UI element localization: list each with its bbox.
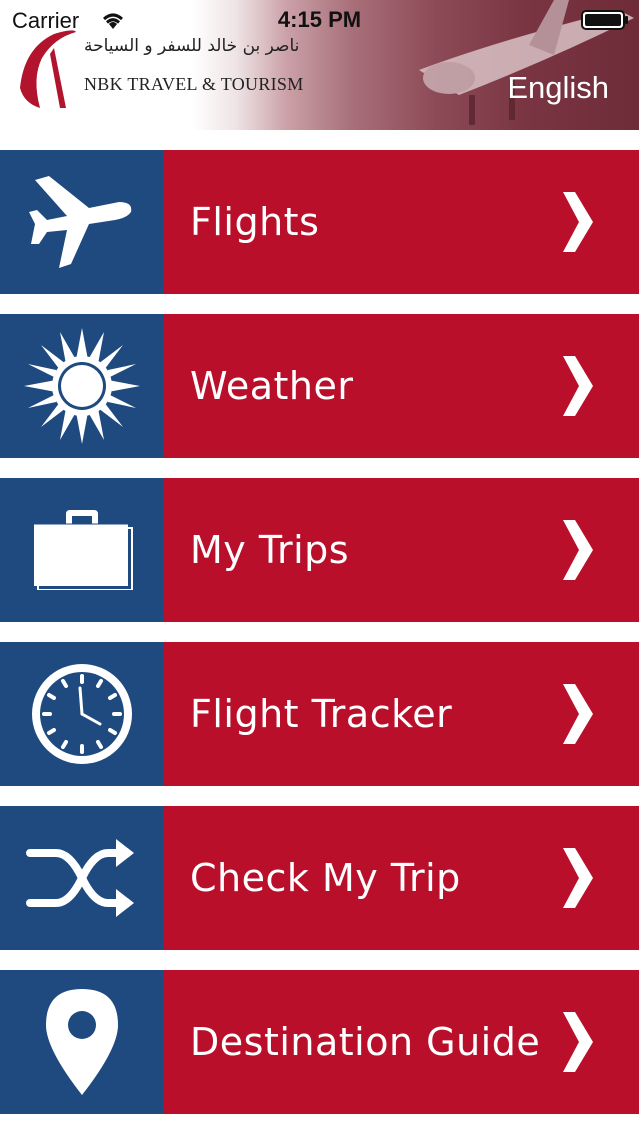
chevron-right-icon — [563, 356, 593, 416]
airplane-icon — [28, 176, 131, 268]
chevron-right-icon — [563, 1012, 593, 1072]
menu-item-label: Check My Trip — [190, 856, 461, 900]
menu-item-destination-guide[interactable]: Destination Guide — [0, 970, 639, 1114]
chevron-right-icon — [563, 192, 593, 252]
battery-icon — [581, 10, 628, 30]
status-bar: Carrier 4:15 PM — [0, 0, 639, 40]
chevron-right-icon — [563, 848, 593, 908]
sun-icon — [23, 328, 140, 444]
menu-item-my-trips[interactable]: My Trips — [0, 478, 639, 622]
menu-item-label: Flights — [190, 200, 320, 244]
location-pin-icon — [45, 989, 118, 1095]
menu-item-label: My Trips — [190, 528, 350, 572]
menu-item-flights[interactable]: Flights — [0, 150, 639, 294]
chevron-right-icon — [563, 684, 593, 744]
briefcase-icon — [33, 510, 133, 590]
status-time: 4:15 PM — [277, 7, 362, 32]
menu-item-flight-tracker[interactable]: Flight Tracker — [0, 642, 639, 786]
shuffle-icon — [25, 839, 134, 917]
menu-item-check-my-trip[interactable]: Check My Trip — [0, 806, 639, 950]
clock-icon — [31, 664, 132, 764]
language-button[interactable]: English — [507, 70, 609, 106]
menu-item-label: Destination Guide — [190, 1020, 541, 1064]
logo-text: NBK TRAVEL & TOURISM — [84, 74, 304, 94]
menu-item-label: Weather — [190, 364, 354, 408]
chevron-right-icon — [563, 520, 593, 580]
menu-item-label: Flight Tracker — [190, 692, 453, 736]
menu-item-weather[interactable]: Weather — [0, 314, 639, 458]
